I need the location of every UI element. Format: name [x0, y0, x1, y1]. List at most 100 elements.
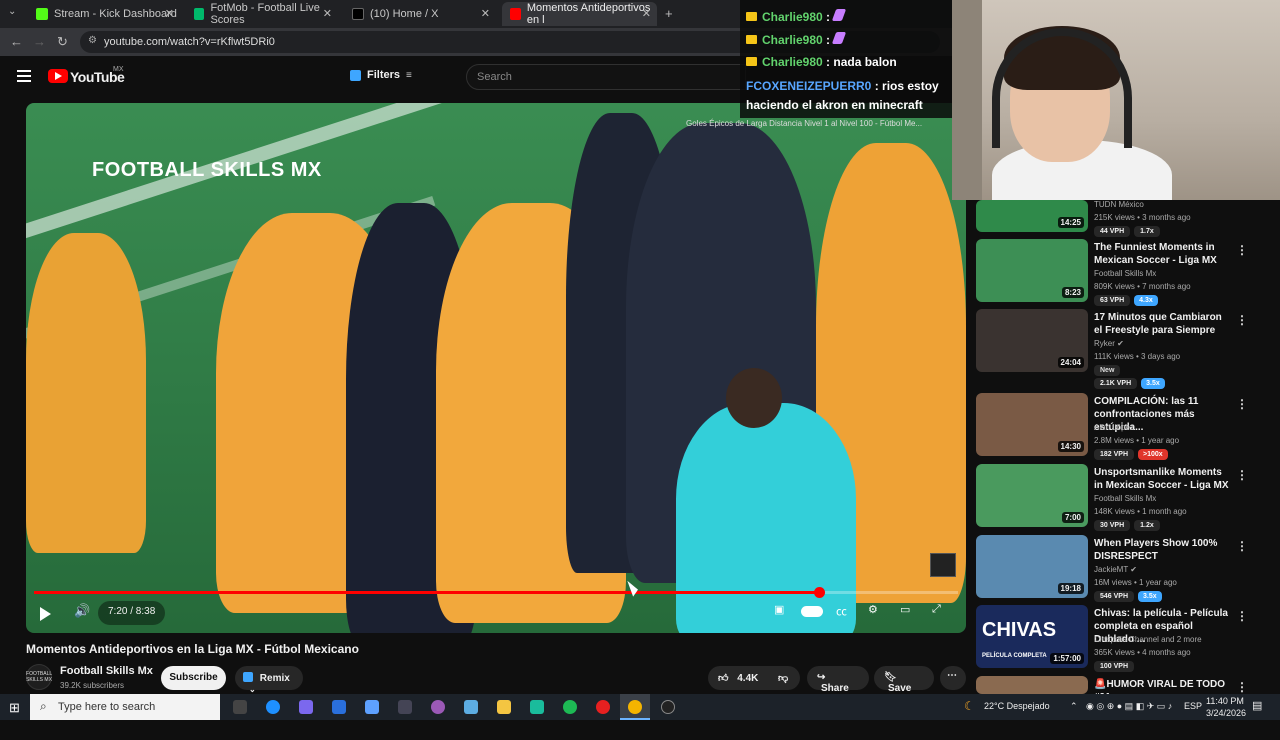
play-icon[interactable]	[40, 607, 51, 621]
video-thumbnail[interactable]: 24:04	[976, 309, 1088, 372]
copilot-icon[interactable]	[299, 700, 313, 714]
tray-icons[interactable]: ◉ ◎ ⊕ ● ▤ ◧ ✈ ▭ ♪	[1086, 701, 1172, 712]
youtube-logo-icon[interactable]	[48, 69, 68, 83]
channel-name[interactable]: Ryker ✔	[1094, 339, 1124, 348]
video-title[interactable]: When Players Show 100% DISRESPECT	[1094, 537, 1230, 563]
video-thumbnail[interactable]: 14:25	[976, 200, 1088, 232]
tab-kick[interactable]: Stream - Kick Dashboard ✕	[28, 2, 180, 26]
progress-bar[interactable]	[34, 587, 958, 598]
menu-icon[interactable]	[17, 70, 31, 82]
volume-icon[interactable]: 🔊	[74, 603, 90, 619]
forward-icon[interactable]: →	[33, 34, 46, 49]
new-tab-button[interactable]: +	[665, 6, 673, 21]
recommendation-item[interactable]: 14:30 COMPILACIÓN: las 11 confrontaciones…	[976, 393, 1276, 460]
more-options-icon[interactable]: ⋮	[1236, 468, 1248, 482]
fullscreen-icon[interactable]: ⤢	[932, 603, 941, 616]
extension-icon[interactable]: ▣	[774, 603, 784, 616]
store-icon[interactable]	[365, 700, 379, 714]
language-indicator[interactable]: ESP	[1184, 701, 1202, 711]
autoplay-toggle[interactable]	[801, 606, 823, 617]
channel-name[interactable]: Cinépolis Channel and 2 more	[1094, 635, 1202, 644]
captions-icon[interactable]: ㏄	[836, 603, 847, 619]
save-button[interactable]: 🔖︎ Save	[874, 666, 934, 694]
sliders-icon: ≡	[406, 69, 412, 81]
like-icon[interactable]: 👍︎	[718, 673, 728, 684]
like-count[interactable]: 4.4K	[737, 673, 758, 684]
video-title[interactable]: 17 Minutos que Cambiaron el Freestyle pa…	[1094, 311, 1230, 337]
tab-close-icon[interactable]: ✕	[481, 7, 490, 20]
video-thumbnail[interactable]: 8:23	[976, 239, 1088, 302]
mail-icon[interactable]	[332, 700, 346, 714]
tab-close-icon[interactable]: ✕	[642, 7, 651, 20]
notifications-icon[interactable]: ▤	[1252, 699, 1262, 712]
video-title[interactable]: The Funniest Moments in Mexican Soccer -…	[1094, 241, 1230, 267]
file-explorer-icon[interactable]	[497, 700, 511, 714]
channel-name[interactable]: JackieMT ✔	[1094, 565, 1137, 574]
recommendation-item[interactable]: 8:23 The Funniest Moments in Mexican Socc…	[976, 239, 1276, 306]
back-icon[interactable]: ←	[10, 34, 23, 49]
tab-close-icon[interactable]: ✕	[165, 7, 174, 20]
channel-avatar[interactable]: FOOTBALL SKILLS MX	[26, 664, 52, 690]
recommendation-item[interactable]: 24:04 17 Minutos que Cambiaron el Freesty…	[976, 309, 1276, 389]
chat-separator: :	[822, 55, 831, 69]
more-options-icon[interactable]: ⋮	[1236, 243, 1248, 257]
task-view-icon[interactable]	[233, 700, 247, 714]
more-options-icon[interactable]: ⋮	[1236, 680, 1248, 694]
reload-icon[interactable]: ↻	[57, 34, 68, 50]
video-thumbnail[interactable]: 14:30	[976, 393, 1088, 456]
miniplayer-icon[interactable]: ▭	[900, 603, 910, 616]
app-icon[interactable]	[431, 700, 445, 714]
channel-name[interactable]: TUDN México	[1094, 200, 1144, 209]
recommendation-item[interactable]: 7:00 Unsportsmanlike Moments in Mexican S…	[976, 464, 1276, 531]
emote-icon	[831, 32, 847, 44]
recommendation-item[interactable]: 19:18 When Players Show 100% DISRESPECT Ja…	[976, 535, 1276, 602]
video-player[interactable]: FOOTBALL SKILLS MX Goles Épicos de Larga…	[26, 103, 966, 633]
more-options-icon[interactable]: ⋮	[1236, 609, 1248, 623]
tab-youtube[interactable]: Momentos Antideportivos en l ✕	[502, 2, 657, 26]
edge-icon[interactable]	[266, 700, 280, 714]
channel-watermark-icon[interactable]	[930, 553, 956, 577]
clock-date[interactable]: 3/24/2026	[1206, 708, 1246, 718]
tab-label: FotMob - Football Live Scores	[210, 2, 320, 26]
channel-name[interactable]: Football Skills Mx	[1094, 494, 1156, 503]
tab-search-icon[interactable]: ⌄	[8, 6, 16, 17]
settings-icon[interactable]: ⚙	[868, 603, 878, 616]
video-title[interactable]: Unsportsmanlike Moments in Mexican Socce…	[1094, 466, 1230, 492]
vph-badges: 44 VPH 1.7x	[1094, 226, 1160, 237]
filters-button[interactable]: Filters ≡	[350, 69, 412, 81]
video-thumbnail[interactable]	[976, 676, 1088, 694]
more-actions-button[interactable]: ⋯	[940, 666, 966, 690]
subscribe-button[interactable]: Subscribe	[161, 666, 226, 690]
search-input[interactable]: Search	[466, 64, 746, 90]
opera-icon[interactable]	[596, 700, 610, 714]
site-info-icon[interactable]: ⚙	[88, 35, 97, 46]
more-options-icon[interactable]: ⋮	[1236, 313, 1248, 327]
tab-fotmob[interactable]: FotMob - Football Live Scores ✕	[186, 2, 338, 26]
video-thumbnail[interactable]: CHIVAS PELÍCULA COMPLETA 1:57:00	[976, 605, 1088, 668]
recommendation-item[interactable]: CHIVAS PELÍCULA COMPLETA 1:57:00 Chivas: la…	[976, 605, 1276, 672]
tab-close-icon[interactable]: ✕	[323, 7, 332, 20]
subscriber-count: 39.2K subscribers	[60, 681, 125, 690]
app-icon[interactable]	[661, 700, 675, 714]
channel-name[interactable]: Alan López	[1094, 423, 1134, 432]
spotify-icon[interactable]	[563, 700, 577, 714]
clock-time[interactable]: 11:40 PM	[1206, 696, 1244, 706]
windows-start-icon[interactable]: ⊞	[9, 700, 20, 716]
video-thumbnail[interactable]: 19:18	[976, 535, 1088, 598]
tray-chevron-icon[interactable]: ⌃	[1070, 701, 1078, 712]
more-options-icon[interactable]: ⋮	[1236, 539, 1248, 553]
share-button[interactable]: ↪ Share	[807, 666, 869, 694]
app-icon[interactable]	[464, 700, 478, 714]
video-thumbnail[interactable]: 7:00	[976, 464, 1088, 527]
weather-text[interactable]: 22°C Despejado	[984, 701, 1050, 711]
taskbar-search-input[interactable]: Type here to search	[30, 694, 220, 720]
channel-name[interactable]: Football Skills Mx	[1094, 269, 1156, 278]
app-icon[interactable]	[398, 700, 412, 714]
chat-username: Charlie980	[762, 55, 823, 69]
channel-name[interactable]: Football Skills Mx	[60, 665, 153, 677]
remix-button[interactable]: Remix ⌄	[235, 666, 303, 694]
tab-x[interactable]: (10) Home / X ✕	[344, 2, 496, 26]
app-icon[interactable]	[530, 700, 544, 714]
more-options-icon[interactable]: ⋮	[1236, 397, 1248, 411]
dislike-icon[interactable]: 👎︎	[778, 672, 788, 684]
